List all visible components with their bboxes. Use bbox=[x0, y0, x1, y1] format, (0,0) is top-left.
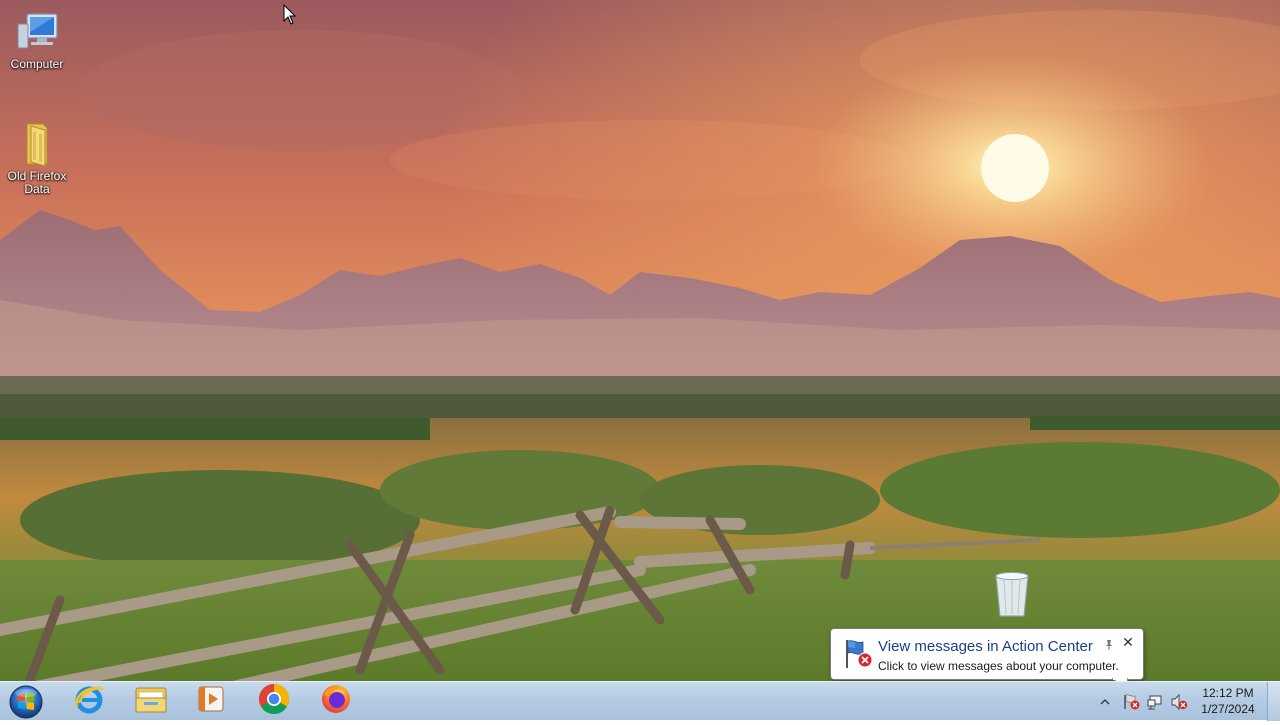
desktop-icon-label: Old Firefox Data bbox=[7, 169, 67, 196]
chrome-icon bbox=[258, 683, 290, 720]
start-button[interactable] bbox=[6, 684, 46, 720]
show-hidden-icons-arrow[interactable] bbox=[1099, 695, 1111, 707]
folder-icon bbox=[13, 120, 61, 168]
taskbar-file-explorer[interactable] bbox=[124, 683, 178, 720]
mouse-cursor-icon bbox=[283, 3, 297, 26]
clock-time: 12:12 PM bbox=[1202, 686, 1254, 700]
taskbar-firefox[interactable] bbox=[309, 683, 363, 720]
taskbar-internet-explorer[interactable] bbox=[62, 683, 116, 720]
action-center-notification[interactable]: View messages in Action Center Click to … bbox=[830, 628, 1144, 680]
action-center-flag-icon bbox=[841, 638, 875, 670]
recycle-bin-icon[interactable] bbox=[990, 570, 1034, 622]
desktop-icon-label: Computer bbox=[10, 57, 64, 71]
show-desktop-button[interactable] bbox=[1267, 682, 1280, 721]
notification-close-button[interactable]: ✕ bbox=[1121, 635, 1135, 649]
computer-icon bbox=[13, 8, 61, 56]
folder-icon bbox=[134, 684, 168, 719]
action-center-tray-icon[interactable] bbox=[1122, 693, 1140, 711]
desktop-icon-computer[interactable]: Computer bbox=[0, 8, 74, 71]
pin-icon[interactable] bbox=[1103, 638, 1115, 650]
desktop-icon-old-firefox-data[interactable]: Old Firefox Data bbox=[0, 120, 74, 196]
ie-icon bbox=[73, 683, 105, 720]
notification-message: Click to view messages about your comput… bbox=[878, 659, 1119, 673]
notification-title[interactable]: View messages in Action Center bbox=[878, 638, 1093, 655]
network-icon[interactable] bbox=[1146, 693, 1164, 711]
volume-muted-icon[interactable] bbox=[1170, 693, 1188, 711]
taskbar-media-player[interactable] bbox=[184, 683, 238, 720]
taskbar: 12:12 PM 1/27/2024 bbox=[0, 681, 1280, 721]
taskbar-chrome[interactable] bbox=[247, 683, 301, 720]
firefox-icon bbox=[320, 683, 352, 720]
desktop-wallpaper bbox=[0, 0, 1280, 720]
system-clock[interactable]: 12:12 PM 1/27/2024 bbox=[1192, 685, 1264, 717]
clock-date: 1/27/2024 bbox=[1201, 702, 1255, 716]
media-player-icon bbox=[196, 684, 226, 719]
windows-start-icon bbox=[9, 685, 43, 719]
